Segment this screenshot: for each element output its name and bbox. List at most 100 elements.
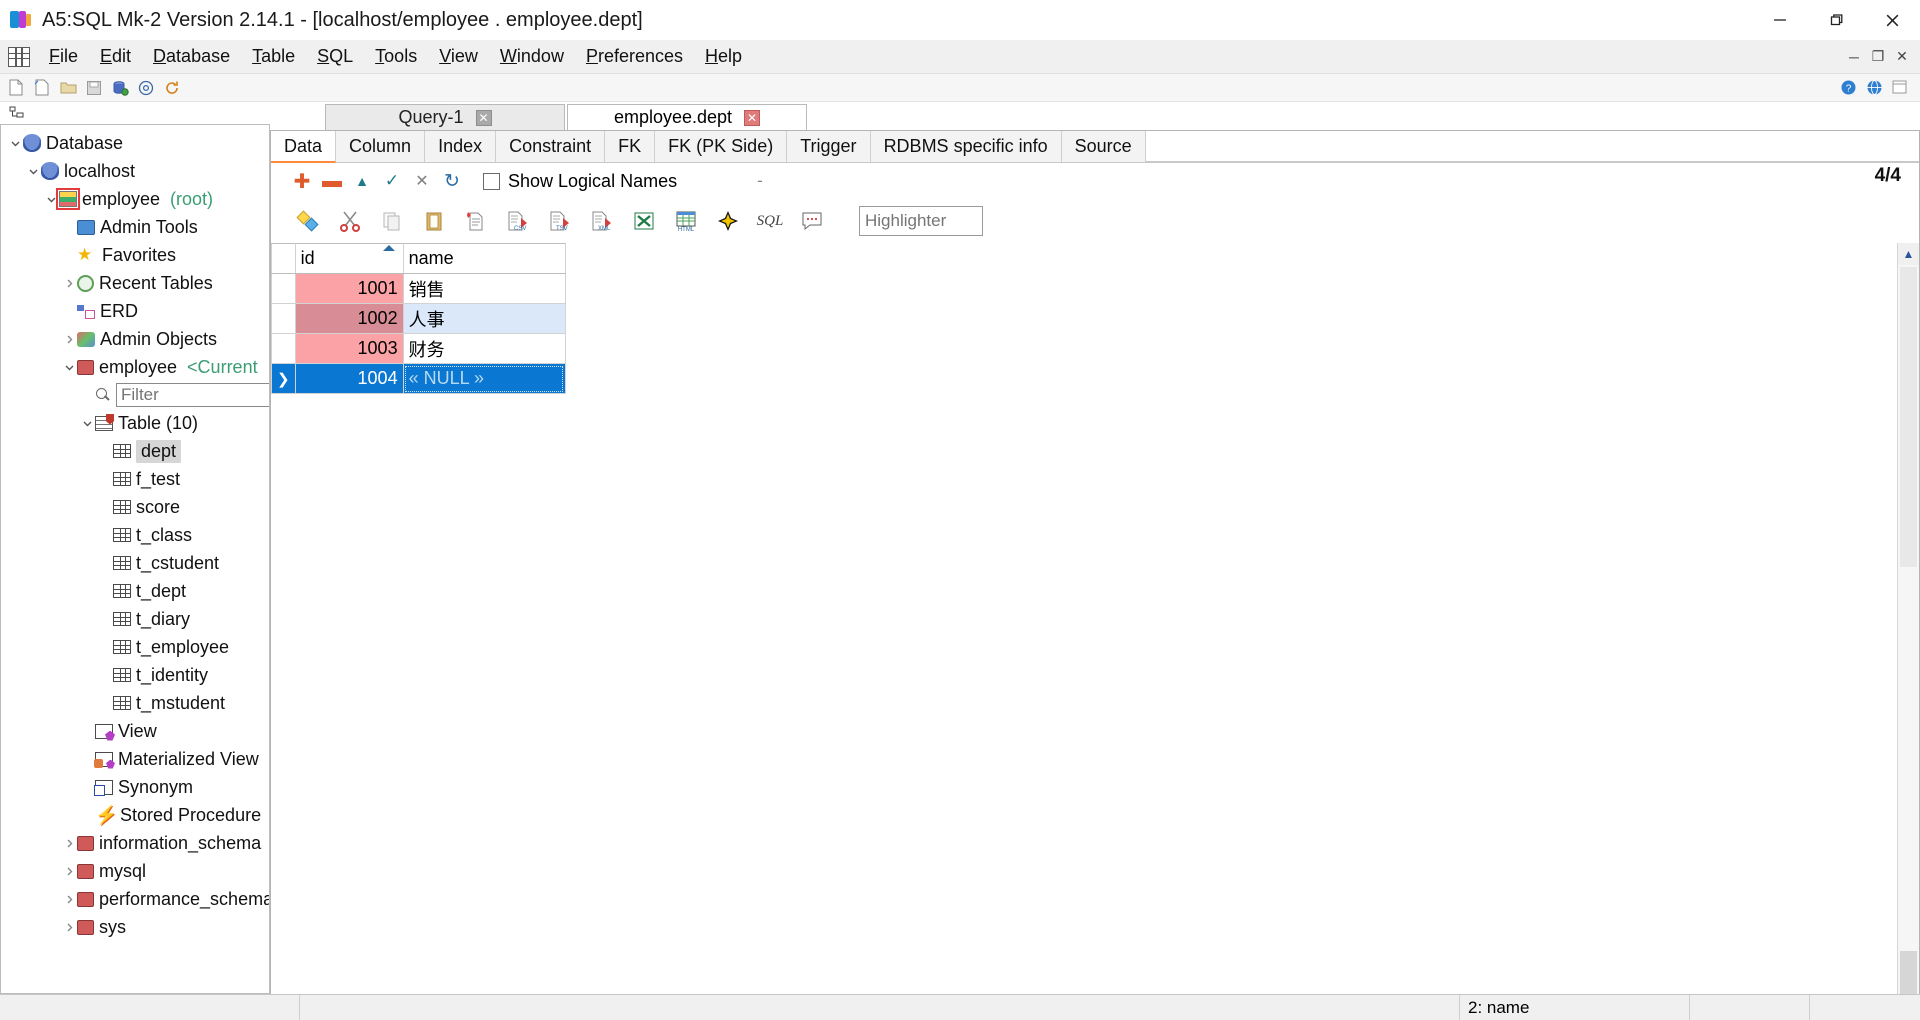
clipboard-icon[interactable] [413,204,455,238]
mdi-tab-employee-dept[interactable]: employee.dept ✕ [567,104,807,130]
tree-item-sys[interactable]: sys [1,913,269,941]
menu-help[interactable]: Help [694,43,753,70]
row-handle[interactable] [271,303,296,334]
add-record-icon[interactable]: ✚ [287,168,317,194]
mdi-close-button[interactable]: ✕ [1890,45,1914,69]
table-row[interactable]: 1002 人事 [271,303,566,334]
tree-item-dept[interactable]: dept [1,437,269,465]
chevron-down-icon[interactable] [79,415,95,431]
cell-name[interactable]: 人事 [402,303,566,334]
chevron-right-icon[interactable] [61,835,77,851]
cell-id[interactable]: 1004 [294,363,404,394]
vscroll-up-button[interactable]: ▲ [1898,243,1919,265]
comment-icon[interactable] [791,204,833,238]
tab-constraint[interactable]: Constraint [496,131,606,162]
menu-window[interactable]: Window [489,43,575,70]
tree-item-materialized-view[interactable]: Materialized View [1,745,269,773]
refresh-icon[interactable] [160,77,184,99]
tree-item-stored-procedure[interactable]: ⚡ Stored Procedure [1,801,269,829]
column-header-id[interactable]: id [294,243,404,274]
at-sign-icon[interactable] [134,77,158,99]
tab-trigger[interactable]: Trigger [787,131,871,162]
tree-item-t-cstudent[interactable]: t_cstudent [1,549,269,577]
open-folder-icon[interactable] [56,77,80,99]
cell-id[interactable]: 1002 [294,303,404,334]
chevron-down-icon[interactable] [61,359,77,375]
new-document-icon[interactable] [455,204,497,238]
connect-database-icon[interactable] [108,77,132,99]
menu-table[interactable]: Table [241,43,306,70]
menu-sql[interactable]: SQL [306,43,364,70]
chevron-down-icon[interactable] [25,163,41,179]
tree-item-score[interactable]: score [1,493,269,521]
tab-data[interactable]: Data [271,131,337,163]
move-up-icon[interactable]: ▲ [347,168,377,194]
cell-name[interactable]: « NULL » [402,363,566,394]
tree-item-recent-tables[interactable]: Recent Tables [1,269,269,297]
menu-database[interactable]: Database [142,43,241,70]
tree-item-admin-tools[interactable]: Admin Tools [1,213,269,241]
export-xml-icon[interactable]: XML [581,204,623,238]
mdi-restore-button[interactable]: ❐ [1866,45,1890,69]
show-logical-names-checkbox[interactable] [483,172,500,190]
menu-edit[interactable]: Edit [89,43,142,70]
copy-icon[interactable] [371,204,413,238]
row-handle[interactable] [271,273,296,304]
tab-rdbms-specific-info[interactable]: RDBMS specific info [870,131,1062,162]
menu-view[interactable]: View [428,43,489,70]
vscroll-thumb-lower[interactable] [1900,951,1917,997]
delete-record-icon[interactable]: ▬ [317,168,347,194]
highlighter-input[interactable] [859,206,983,236]
data-grid[interactable]: id name 1001 销售 1002 人事 1003 财务 ❯ 1004 « NULL » [271,243,566,394]
cell-id[interactable]: 1003 [294,333,404,364]
row-handle[interactable] [271,333,296,364]
tab-source[interactable]: Source [1061,131,1146,162]
window-restore-button[interactable] [1808,0,1864,40]
quick-filter-icon[interactable] [707,204,749,238]
show-logical-names-control[interactable]: Show Logical Names [483,171,677,192]
chevron-right-icon[interactable] [61,919,77,935]
vscroll-thumb[interactable] [1900,267,1917,567]
tree-item-performance-schema[interactable]: performance_schema [1,885,269,913]
web-icon[interactable] [1862,77,1886,99]
table-row[interactable]: 1001 销售 [271,273,566,304]
tree-item-t-mstudent[interactable]: t_mstudent [1,689,269,717]
tab-column[interactable]: Column [336,131,426,162]
row-handle[interactable]: ❯ [271,363,296,394]
tree-filter-input[interactable] [116,383,269,407]
chevron-right-icon[interactable] [61,275,77,291]
tree-item-employee[interactable]: employee (root) [1,185,269,213]
mdi-tab-query-1[interactable]: Query-1 ✕ [325,104,565,130]
tree-item-employee[interactable]: employee <Current [1,353,269,381]
export-tsv-icon[interactable]: TSV [539,204,581,238]
tree-item-information-schema[interactable]: information_schema [1,829,269,857]
export-html-icon[interactable]: HTML [665,204,707,238]
cell-name[interactable]: 销售 [402,273,566,304]
database-tree[interactable]: Database localhost employee (root) Admin Too… [0,124,270,994]
menu-tools[interactable]: Tools [364,43,428,70]
chevron-down-icon[interactable] [43,191,59,207]
tree-item-t-class[interactable]: t_class [1,521,269,549]
close-icon[interactable]: ✕ [744,109,761,126]
tree-item-localhost[interactable]: localhost [1,157,269,185]
paste-cell-icon[interactable] [287,204,329,238]
grid-vertical-scrollbar[interactable]: ▲ ▼ [1897,243,1919,1019]
tree-filter-row[interactable] [1,381,269,409]
cell-name[interactable]: 财务 [402,333,566,364]
new-document-icon[interactable] [4,77,28,99]
tree-toggle-icon[interactable] [4,102,28,124]
export-excel-icon[interactable] [623,204,665,238]
chevron-right-icon[interactable] [61,331,77,347]
tree-item-t-employee[interactable]: t_employee [1,633,269,661]
tree-item-table-10[interactable]: Table (10) [1,409,269,437]
tree-item-view[interactable]: View [1,717,269,745]
chevron-right-icon[interactable] [61,863,77,879]
close-icon[interactable]: ✕ [475,109,492,126]
sql-icon[interactable]: SQL [749,204,791,238]
tab-index[interactable]: Index [425,131,497,162]
tree-item-f-test[interactable]: f_test [1,465,269,493]
tree-item-t-diary[interactable]: t_diary [1,605,269,633]
cell-id[interactable]: 1001 [294,273,404,304]
window-minimize-button[interactable] [1752,0,1808,40]
mdi-minimize-button[interactable]: ─ [1842,45,1866,69]
